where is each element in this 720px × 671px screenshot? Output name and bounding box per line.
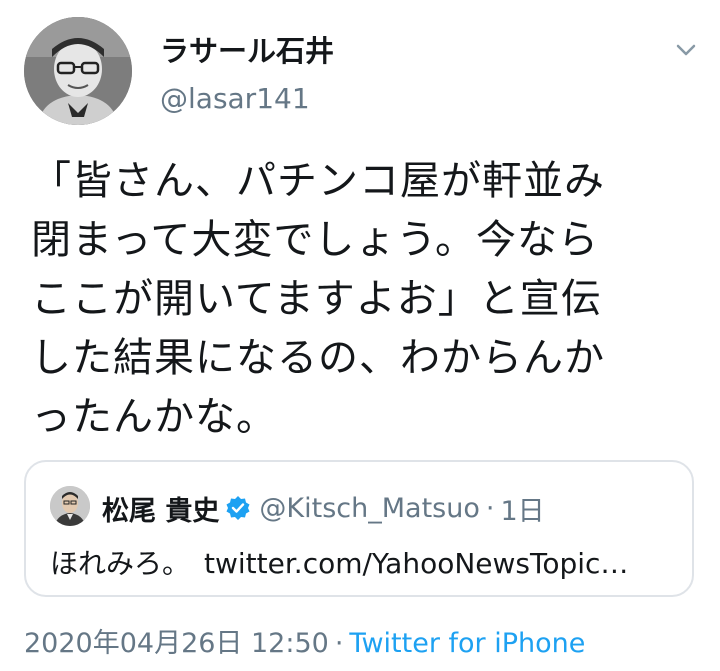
tweet-source-link[interactable]: Twitter for iPhone (349, 628, 585, 659)
tweet-timestamp[interactable]: 2020年04月26日 12:50 (24, 628, 329, 659)
verified-badge-icon (225, 495, 251, 521)
quoted-timestamp[interactable]: 1日 (500, 489, 544, 528)
author-avatar[interactable] (24, 17, 132, 125)
tweet-text: 「皆さん、パチンコ屋が軒並み 閉まって大変でしょう。今なら ここが開いてますよお… (31, 158, 605, 440)
quoted-author-handle[interactable]: @Kitsch_Matsuo (259, 493, 479, 524)
tweet-meta: 2020年04月26日 12:50 · Twitter for iPhone (24, 621, 585, 660)
quoted-separator: · (485, 492, 495, 524)
quoted-tweet[interactable]: 松尾 貴史 @Kitsch_Matsuo · 1日 ほれみろ。 twitter.c… (24, 460, 694, 597)
author-avatar-image (24, 17, 132, 125)
tweet-card: ラサール石井 @lasar141 「皆さん、パチンコ屋が軒並み 閉まって大変でし… (0, 0, 720, 671)
author-handle[interactable]: @lasar141 (160, 82, 310, 115)
meta-separator: · (334, 628, 344, 659)
chevron-down-icon[interactable] (670, 34, 702, 66)
quoted-avatar-image (50, 486, 90, 526)
quoted-author-display-name[interactable]: 松尾 貴史 (102, 489, 219, 528)
author-display-name[interactable]: ラサール石井 (160, 28, 334, 70)
quoted-tweet-text: ほれみろ。 twitter.com/YahooNewsTopic… (50, 542, 628, 582)
quoted-text-content: ほれみろ。 (50, 547, 191, 580)
quoted-tweet-header: 松尾 貴史 @Kitsch_Matsuo · 1日 (102, 488, 545, 528)
quoted-author-avatar[interactable] (50, 486, 90, 526)
quoted-link[interactable]: twitter.com/YahooNewsTopic… (204, 547, 628, 580)
